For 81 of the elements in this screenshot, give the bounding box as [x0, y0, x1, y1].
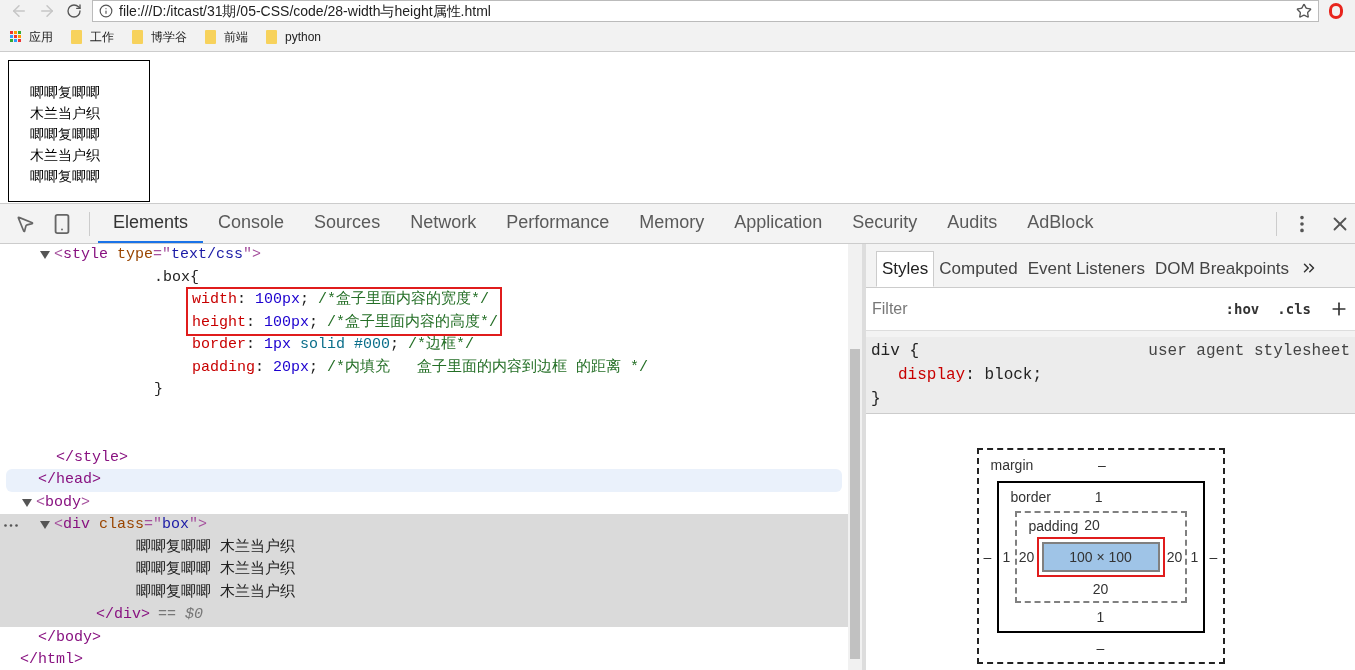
filter-field[interactable]: Filter: [866, 288, 1226, 330]
padding-value: 20: [1018, 549, 1035, 565]
more-icon[interactable]: [4, 524, 18, 527]
css-declaration: border: 1px solid #000; /*边框*/: [192, 335, 475, 355]
node-text: 唧唧复唧唧 木兰当户织: [136, 559, 295, 580]
sidebar-tab[interactable]: DOM Breakpoints: [1149, 251, 1295, 287]
border-value: 1: [1190, 549, 1199, 565]
page-text-line: 唧唧复唧唧: [30, 167, 101, 186]
bookmark-item[interactable]: 博学谷: [132, 27, 187, 46]
margin-label: margin: [990, 455, 1034, 475]
css-selector: .box{: [154, 267, 199, 288]
element-tag[interactable]: <body>: [36, 491, 91, 514]
expand-triangle-icon[interactable]: [22, 497, 32, 508]
css-declaration: height: 100px; /*盒子里面内容的高度*/: [192, 312, 499, 333]
hover-state-toggle[interactable]: :hov: [1225, 298, 1260, 320]
content-size: 100 × 100: [1041, 542, 1160, 572]
page-text-line: 木兰当户织: [30, 146, 101, 165]
bookmark-item[interactable]: 工作: [71, 27, 114, 46]
padding-value: 20: [1084, 517, 1100, 533]
extension-icon[interactable]: [1329, 3, 1343, 19]
padding-label: padding: [1028, 517, 1079, 536]
border-value: 1: [1094, 489, 1103, 505]
margin-value: –: [1096, 638, 1105, 658]
closing-tag[interactable]: </head>: [38, 469, 101, 492]
closing-tag[interactable]: </html>: [20, 649, 83, 670]
bookmark-item[interactable]: python: [266, 27, 322, 46]
devtools-tab[interactable]: Performance: [491, 204, 625, 243]
bookmark-item[interactable]: 前端: [205, 27, 248, 46]
node-text: 唧唧复唧唧 木兰当户织: [136, 582, 295, 603]
border-value: 1: [1002, 549, 1011, 565]
padding-value: 20: [1166, 549, 1183, 565]
folder-icon: [205, 29, 216, 44]
devtools-tab[interactable]: Console: [203, 204, 300, 243]
url-text: file:///D:/itcast/31期/05-CSS/code/28-width与height属性.html: [119, 1, 491, 21]
devtools-tab[interactable]: Network: [395, 204, 492, 243]
class-toggle[interactable]: .cls: [1277, 298, 1311, 320]
console-reference: == $0: [158, 605, 204, 625]
rule-selector: div {: [871, 341, 919, 362]
devtools-tab[interactable]: Elements: [98, 204, 204, 243]
devtools-tab[interactable]: Application: [719, 204, 838, 243]
border-value: 1: [1096, 607, 1105, 627]
rule-source: user agent stylesheet: [1148, 341, 1350, 362]
expand-triangle-icon[interactable]: [40, 250, 50, 261]
margin-value: –: [1098, 457, 1106, 473]
css-declaration: width: 100px; /*盒子里面内容的宽度*/: [192, 289, 490, 310]
devtools-tab[interactable]: Security: [837, 204, 933, 243]
css-declaration: display: block;: [898, 366, 1043, 384]
element-tag[interactable]: <div class="box">: [54, 514, 208, 537]
bookmark-item[interactable]: 应用: [10, 27, 53, 46]
sidebar-tab[interactable]: Styles: [876, 251, 935, 287]
element-tag[interactable]: <style type="text/css">: [54, 244, 262, 267]
apps-grid-icon: [10, 31, 21, 42]
info-icon: [99, 4, 113, 18]
border-label: border: [1010, 487, 1051, 507]
node-text: 唧唧复唧唧 木兰当户织: [136, 537, 295, 558]
sidebar-tab[interactable]: Event Listeners: [1022, 251, 1150, 287]
closing-tag[interactable]: </style>: [56, 446, 128, 469]
margin-value: –: [983, 549, 992, 565]
css-brace: }: [154, 380, 163, 400]
devtools-tab[interactable]: Sources: [299, 204, 396, 243]
address-bar[interactable]: file:///D:/itcast/31期/05-CSS/code/28-width与height属性.html: [92, 0, 1319, 22]
expand-triangle-icon[interactable]: [40, 520, 50, 531]
page-text-line: 木兰当户织: [30, 104, 101, 123]
reload-icon[interactable]: [66, 3, 82, 19]
sidebar-tab[interactable]: Computed: [934, 251, 1023, 287]
closing-tag[interactable]: </div>: [96, 604, 150, 627]
devtools-tab[interactable]: Memory: [624, 204, 720, 243]
css-declaration: padding: 20px; /*内填充 盒子里面的内容到边框 的距离 */: [192, 357, 649, 378]
rule-brace: }: [871, 390, 881, 408]
devtools-tab[interactable]: AdBlock: [1012, 204, 1109, 243]
closing-tag[interactable]: </body>: [38, 626, 101, 649]
folder-icon: [71, 29, 82, 44]
star-icon[interactable]: [1296, 3, 1312, 19]
padding-value: 20: [1092, 579, 1109, 599]
page-text-line: 唧唧复唧唧: [30, 83, 101, 102]
folder-icon: [266, 29, 277, 44]
scrollbar[interactable]: [848, 244, 862, 670]
devtools-tab[interactable]: Audits: [932, 204, 1013, 243]
folder-icon: [132, 29, 143, 44]
margin-value: –: [1209, 549, 1218, 565]
page-text-line: 唧唧复唧唧: [30, 125, 101, 144]
